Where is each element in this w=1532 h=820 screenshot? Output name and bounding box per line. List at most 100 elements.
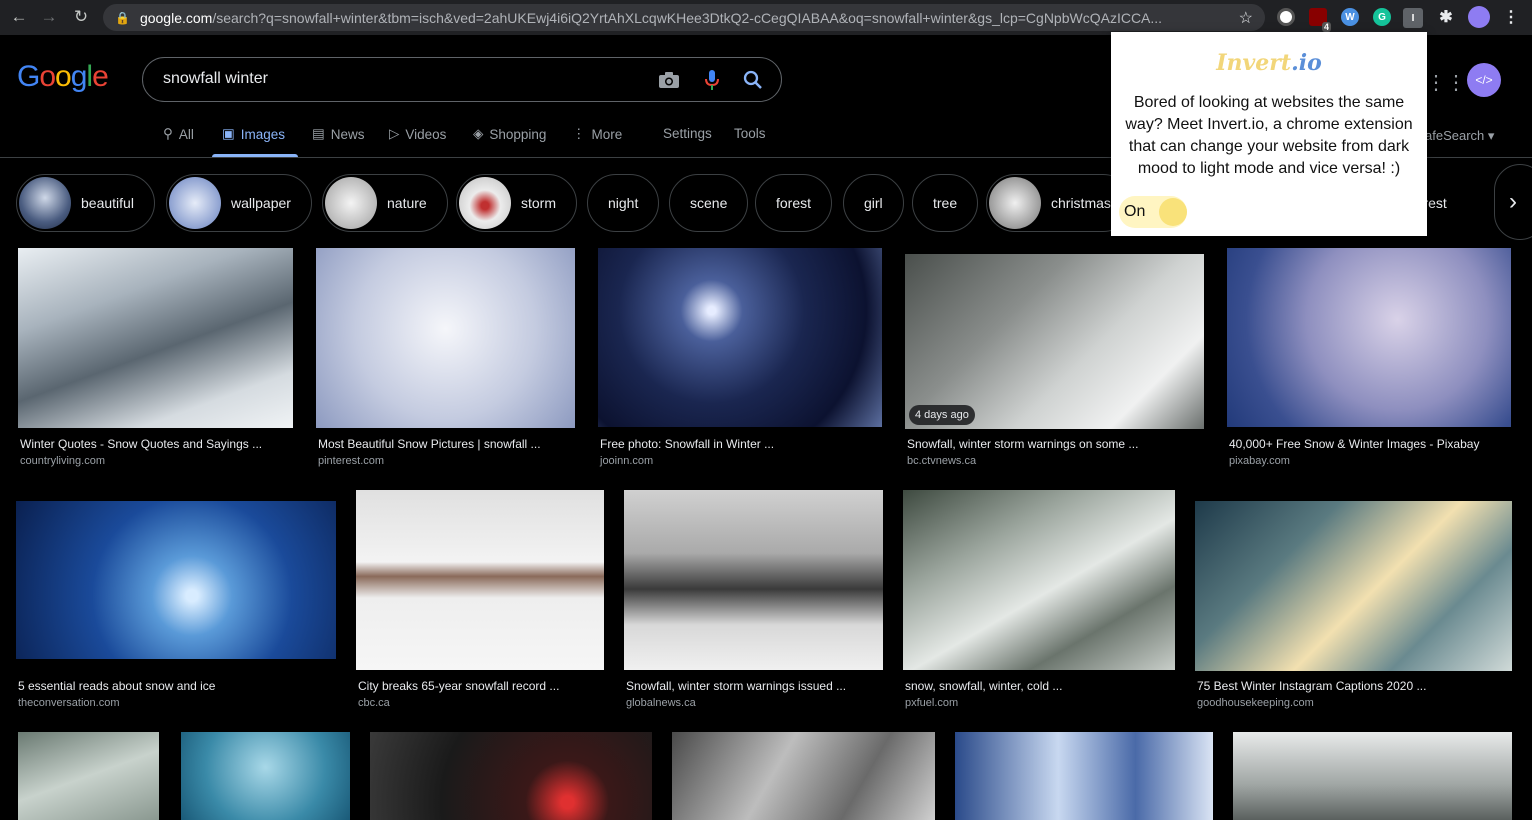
chip-beautiful[interactable]: beautiful: [16, 174, 155, 232]
result-image[interactable]: [1233, 732, 1512, 820]
url-text: google.com/search?q=snowfall+winter&tbm=…: [139, 9, 1163, 26]
image-result[interactable]: [955, 732, 1213, 820]
chip-nature[interactable]: nature: [322, 174, 448, 232]
result-image[interactable]: [903, 490, 1175, 670]
result-image[interactable]: [370, 732, 652, 820]
result-title[interactable]: 75 Best Winter Instagram Captions 2020 .…: [1197, 679, 1426, 693]
chip-tree[interactable]: tree: [912, 174, 979, 232]
tab-more[interactable]: ⋮ More: [572, 126, 622, 142]
puzzle-extensions-icon[interactable]: ✱: [1437, 8, 1455, 26]
tab-shopping[interactable]: ◈ Shopping: [473, 126, 546, 142]
chip-thumbnail: [325, 177, 377, 229]
tag-icon: ◈: [473, 126, 484, 141]
image-result[interactable]: [672, 732, 935, 820]
result-title[interactable]: snow, snowfall, winter, cold ...: [905, 679, 1062, 693]
search-small-icon: ⚲: [163, 126, 173, 141]
result-image[interactable]: [598, 248, 882, 427]
invert-toggle[interactable]: On: [1119, 196, 1187, 228]
tab-all[interactable]: ⚲ All: [163, 126, 194, 142]
result-image[interactable]: [356, 490, 604, 670]
result-title[interactable]: City breaks 65-year snowfall record ...: [358, 679, 559, 693]
w-extension-icon[interactable]: W: [1341, 8, 1359, 26]
image-result[interactable]: City breaks 65-year snowfall record ... …: [356, 490, 605, 710]
chip-night[interactable]: night: [587, 174, 660, 232]
tab-images[interactable]: ▣ Images: [222, 126, 285, 142]
search-box[interactable]: snowfall winter: [142, 57, 782, 102]
chevron-right-icon[interactable]: ›: [1494, 164, 1532, 240]
chip-thumbnail: [169, 177, 221, 229]
extension-circle-icon[interactable]: [1277, 8, 1295, 26]
image-result[interactable]: 40,000+ Free Snow & Winter Images - Pixa…: [1227, 248, 1512, 468]
result-title[interactable]: Most Beautiful Snow Pictures | snowfall …: [318, 437, 541, 451]
search-icon[interactable]: [741, 68, 765, 92]
chip-forest[interactable]: forest: [755, 174, 833, 232]
tab-videos[interactable]: ▷ Videos: [389, 126, 446, 142]
image-result[interactable]: 75 Best Winter Instagram Captions 2020 .…: [1195, 490, 1513, 710]
account-avatar[interactable]: </>: [1467, 63, 1501, 97]
result-image[interactable]: [18, 732, 159, 820]
image-result[interactable]: snow, snowfall, winter, cold ... pxfuel.…: [903, 490, 1176, 710]
chip-wallpaper[interactable]: wallpaper: [166, 174, 312, 232]
result-image[interactable]: [18, 248, 293, 428]
safesearch-menu[interactable]: afeSearch ▾: [1425, 128, 1494, 144]
result-title[interactable]: 5 essential reads about snow and ice: [18, 679, 215, 693]
chip-girl[interactable]: girl: [843, 174, 904, 232]
image-result[interactable]: [181, 732, 350, 820]
image-result[interactable]: Free photo: Snowfall in Winter ... jooin…: [598, 248, 883, 468]
invert-extension-icon[interactable]: I: [1403, 8, 1423, 28]
forward-arrow-icon[interactable]: →: [38, 6, 60, 28]
result-image[interactable]: [1227, 248, 1511, 427]
result-title[interactable]: Snowfall, winter storm warnings issued .…: [626, 679, 846, 693]
result-title[interactable]: Snowfall, winter storm warnings on some …: [907, 437, 1138, 451]
image-result[interactable]: Winter Quotes - Snow Quotes and Sayings …: [18, 248, 294, 468]
result-image[interactable]: [181, 732, 350, 820]
result-image[interactable]: [316, 248, 575, 428]
toggle-knob[interactable]: [1159, 198, 1187, 226]
result-title[interactable]: Winter Quotes - Snow Quotes and Sayings …: [20, 437, 262, 451]
result-image[interactable]: 4 days ago: [905, 254, 1204, 429]
chip-scene[interactable]: scene: [669, 174, 749, 232]
bookmark-star-icon[interactable]: ☆: [1239, 8, 1253, 28]
tools-link[interactable]: Tools: [734, 126, 766, 141]
grammarly-icon[interactable]: G: [1373, 8, 1391, 26]
kebab-menu-icon[interactable]: ⋮: [1502, 8, 1520, 26]
result-image[interactable]: [955, 732, 1213, 820]
image-result[interactable]: 5 essential reads about snow and ice the…: [16, 490, 337, 710]
result-image[interactable]: [624, 490, 883, 670]
play-icon: ▷: [389, 126, 400, 141]
ublock-icon[interactable]: 4: [1309, 8, 1331, 32]
image-icon: ▣: [222, 126, 235, 141]
profile-avatar-icon[interactable]: [1468, 6, 1490, 28]
search-input[interactable]: snowfall winter: [163, 70, 268, 88]
result-source: bc.ctvnews.ca: [907, 455, 977, 467]
chip-thumbnail: [989, 177, 1041, 229]
image-result[interactable]: 4 days ago Snowfall, winter storm warnin…: [905, 248, 1205, 468]
camera-icon[interactable]: [657, 68, 681, 92]
reload-icon[interactable]: ↻: [70, 6, 92, 28]
invert-logo: Invert.io: [1216, 50, 1322, 76]
chip-storm[interactable]: storm: [456, 174, 577, 232]
address-bar[interactable]: 🔒 google.com/search?q=snowfall+winter&tb…: [103, 4, 1265, 31]
google-logo[interactable]: Google: [17, 60, 109, 94]
result-source: jooinn.com: [600, 455, 654, 467]
chip-thumbnail: [459, 177, 511, 229]
toggle-label: On: [1124, 203, 1146, 220]
browser-toolbar: ← → ↻ 🔒 google.com/search?q=snowfall+win…: [0, 0, 1532, 35]
result-image[interactable]: [672, 732, 935, 820]
image-result[interactable]: [370, 732, 652, 820]
image-result[interactable]: [1233, 732, 1512, 820]
result-image[interactable]: [1195, 501, 1512, 671]
image-result[interactable]: [18, 732, 159, 820]
result-title[interactable]: 40,000+ Free Snow & Winter Images - Pixa…: [1229, 437, 1479, 451]
result-source: pxfuel.com: [905, 697, 959, 709]
result-title[interactable]: Free photo: Snowfall in Winter ...: [600, 437, 774, 451]
image-result[interactable]: Most Beautiful Snow Pictures | snowfall …: [316, 248, 576, 468]
microphone-icon[interactable]: [700, 68, 724, 92]
image-result[interactable]: Snowfall, winter storm warnings issued .…: [624, 490, 884, 710]
settings-link[interactable]: Settings: [663, 126, 712, 141]
result-source: theconversation.com: [18, 697, 120, 709]
result-image[interactable]: [16, 501, 336, 659]
result-source: globalnews.ca: [626, 697, 696, 709]
back-arrow-icon[interactable]: ←: [8, 6, 30, 28]
tab-news[interactable]: ▤ News: [312, 126, 365, 142]
